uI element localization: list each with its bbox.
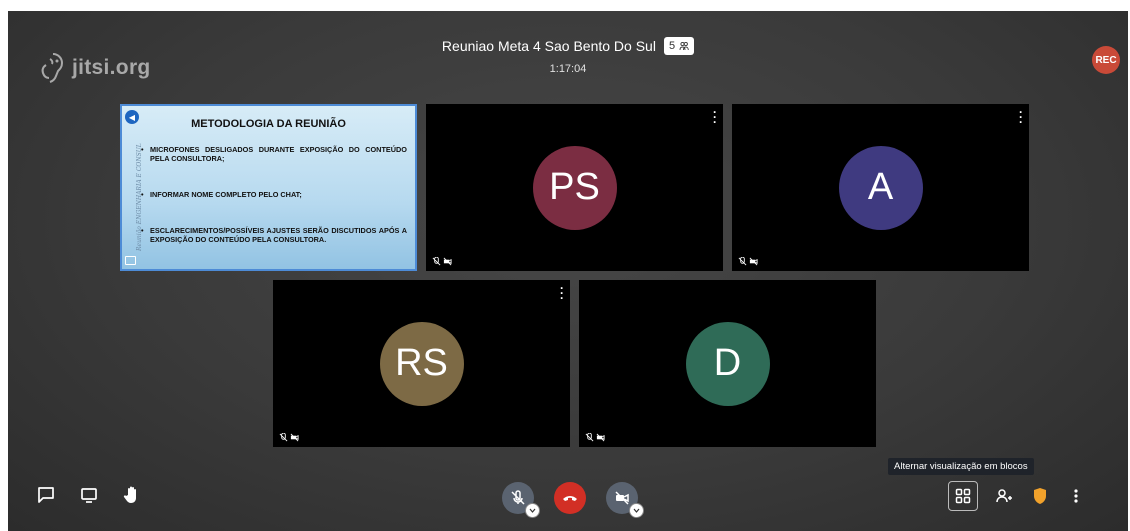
avatar: D	[685, 321, 770, 406]
chat-icon	[38, 487, 54, 503]
avatar: RS	[379, 321, 464, 406]
toolbar-center	[502, 482, 644, 518]
participant-tile[interactable]: D	[579, 280, 876, 447]
desktop-icon	[125, 256, 136, 265]
desktop-share-icon	[81, 488, 97, 503]
tile-view-icon	[955, 488, 971, 504]
tile-status	[279, 433, 299, 442]
mic-muted-icon	[279, 433, 288, 442]
screen-share-button[interactable]	[79, 485, 99, 505]
slide-bullet: ESCLARECIMENTOS/POSSÍVEIS AJUSTES SERÃO …	[141, 226, 407, 244]
raise-hand-icon	[123, 486, 136, 503]
tile-status	[432, 257, 452, 266]
camera-off-icon	[749, 257, 758, 266]
tile-menu-icon[interactable]: · · ·	[713, 106, 717, 128]
participant-tile[interactable]: · · · PS	[426, 104, 723, 271]
tile-view-button[interactable]	[948, 481, 978, 511]
toolbar-right	[948, 481, 1086, 511]
more-vertical-icon	[1074, 489, 1078, 503]
more-options-button[interactable]	[1066, 486, 1086, 506]
meeting-timer: 1:17:04	[549, 63, 587, 75]
chevron-down-icon[interactable]	[525, 503, 540, 518]
shield-icon	[1034, 488, 1046, 504]
security-button[interactable]	[1030, 486, 1050, 506]
camera-off-icon	[615, 491, 629, 505]
avatar: PS	[532, 145, 617, 230]
mic-muted-icon	[432, 257, 441, 266]
participants-icon	[679, 41, 689, 51]
camera-toggle-button[interactable]	[606, 482, 644, 518]
raise-hand-button[interactable]	[122, 485, 142, 505]
hangup-icon	[563, 496, 577, 501]
invite-button[interactable]	[994, 486, 1014, 506]
avatar: A	[838, 145, 923, 230]
participant-tile[interactable]: · · · RS	[273, 280, 570, 447]
slide-title: METODOLOGIA DA REUNIÃO	[191, 118, 346, 130]
slide-bullet: INFORMAR NOME COMPLETO PELO CHAT;	[141, 190, 407, 199]
tile-status	[738, 257, 758, 266]
camera-off-icon	[443, 257, 452, 266]
meeting-title: Reuniao Meta 4 Sao Bento Do Sul	[441, 38, 656, 54]
mic-muted-icon	[585, 433, 594, 442]
tile-menu-icon[interactable]: · · ·	[1019, 106, 1023, 128]
chat-button[interactable]	[36, 485, 56, 505]
camera-off-icon	[596, 433, 605, 442]
meeting-stage: jitsi.org Reuniao Meta 4 Sao Bento Do Su…	[8, 11, 1128, 531]
mic-toggle-button[interactable]	[502, 482, 540, 518]
tile-menu-icon[interactable]: · · ·	[560, 282, 564, 304]
meeting-header: Reuniao Meta 4 Sao Bento Do Sul 5 1:17:0…	[8, 37, 1128, 75]
invite-people-icon	[996, 489, 1012, 503]
participant-tile[interactable]: · · · A	[732, 104, 1029, 271]
tile-view-tooltip: Alternar visualização em blocos	[888, 458, 1034, 475]
participant-count: 5	[668, 40, 676, 52]
participant-count-badge[interactable]: 5	[663, 37, 695, 55]
screen-share-tile[interactable]: ◀ Reunião ENGENHARIA E CONSUL METODOLOGI…	[120, 104, 417, 271]
chevron-down-icon[interactable]	[629, 503, 644, 518]
mic-muted-icon	[738, 257, 747, 266]
camera-off-icon	[290, 433, 299, 442]
toolbar-left	[36, 485, 142, 505]
mic-muted-icon	[511, 490, 525, 505]
recording-indicator: REC	[1092, 46, 1120, 74]
slide-bullet: MICROFONES DESLIGADOS DURANTE EXPOSIÇÃO …	[141, 145, 407, 163]
tile-status	[585, 433, 605, 442]
hangup-button[interactable]	[554, 482, 586, 514]
